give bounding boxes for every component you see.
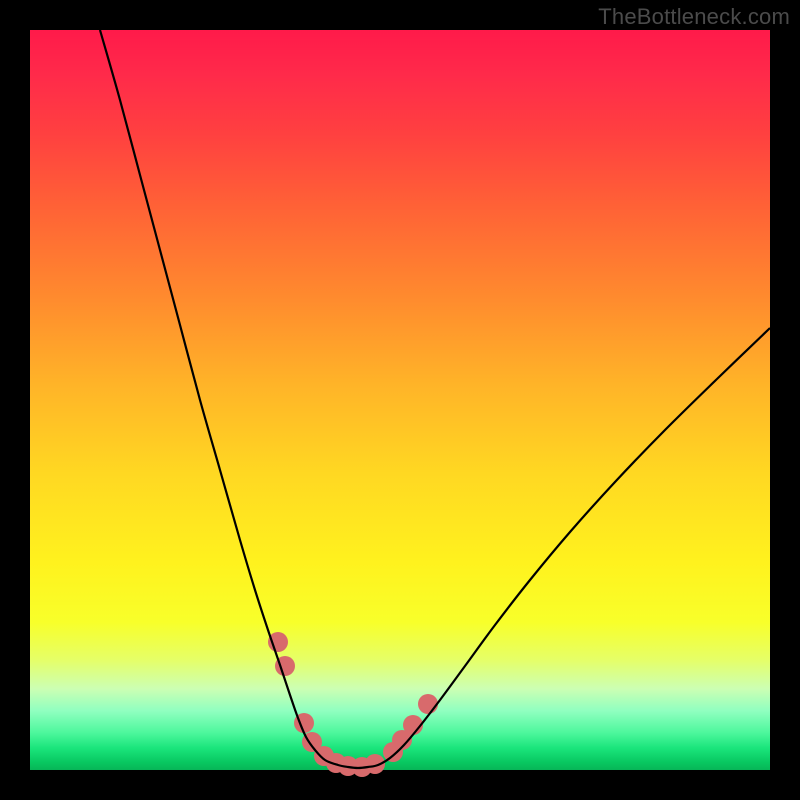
watermark-text: TheBottleneck.com: [598, 4, 790, 30]
chart-frame: TheBottleneck.com: [0, 0, 800, 800]
valley-marker: [418, 694, 438, 714]
chart-plot-area: [30, 30, 770, 770]
bottleneck-curve: [100, 30, 770, 768]
chart-svg: [30, 30, 770, 770]
